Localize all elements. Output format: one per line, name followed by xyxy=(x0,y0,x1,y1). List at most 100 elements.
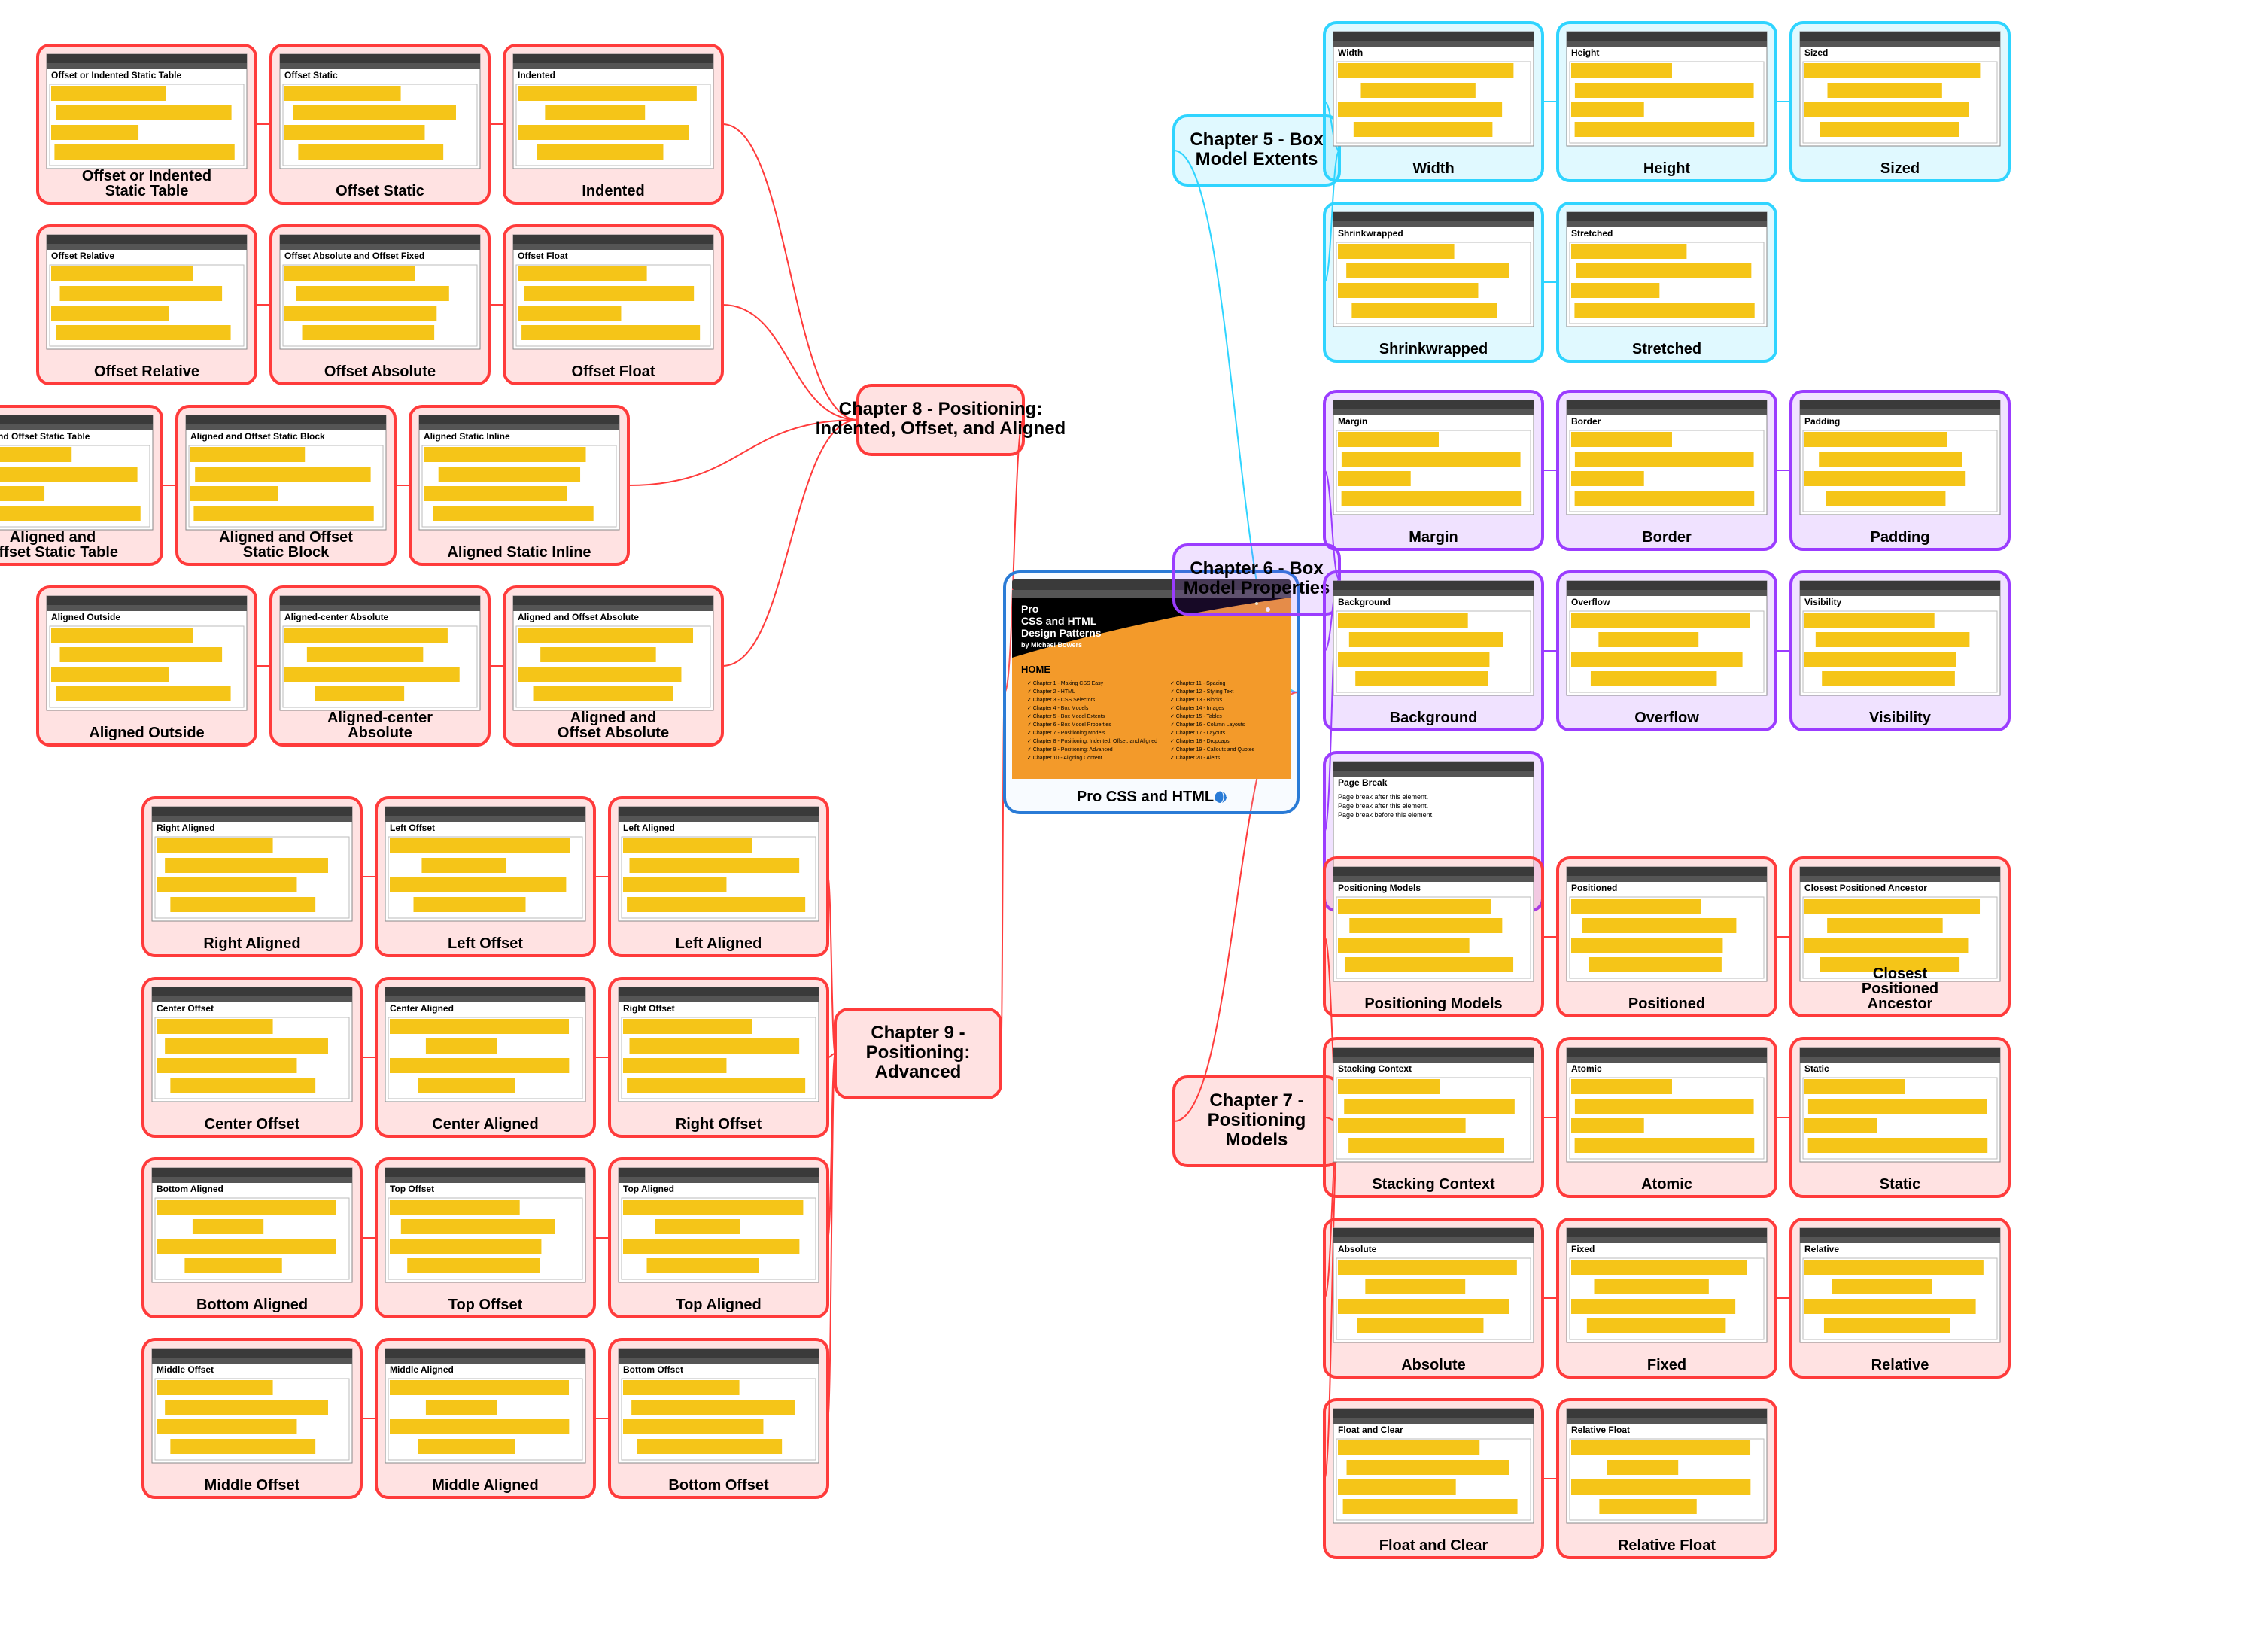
node-ch8-3-1[interactable]: Aligned-center AbsoluteAligned-centerAbs… xyxy=(271,587,489,745)
svg-text:Border: Border xyxy=(1642,529,1692,546)
svg-text:Center Aligned: Center Aligned xyxy=(432,1116,539,1133)
svg-text:Page Break: Page Break xyxy=(1338,777,1388,788)
node-ch7-0-0[interactable]: Positioning ModelsPositioning Models xyxy=(1324,858,1543,1016)
node-ch6-0-2[interactable]: PaddingPadding xyxy=(1791,391,2009,549)
node-ch9-1-0[interactable]: Center OffsetCenter Offset xyxy=(143,978,361,1136)
chapter-ch8[interactable]: Chapter 8 - Positioning:Indented, Offset… xyxy=(816,385,1066,455)
svg-text:✓ Chapter 16 - Column Layouts: ✓ Chapter 16 - Column Layouts xyxy=(1170,722,1245,728)
node-ch8-2-2[interactable]: Aligned Static InlineAligned Static Inli… xyxy=(410,406,628,564)
svg-text:Static Block: Static Block xyxy=(243,544,330,561)
svg-text:Margin: Margin xyxy=(1338,416,1367,427)
svg-text:Aligned Static Inline: Aligned Static Inline xyxy=(424,431,510,442)
svg-text:Offset Absolute: Offset Absolute xyxy=(324,363,436,380)
node-ch8-1-0[interactable]: Offset RelativeOffset Relative xyxy=(38,226,256,384)
svg-text:Sized: Sized xyxy=(1880,160,1920,177)
node-ch8-0-2[interactable]: IndentedIndented xyxy=(504,45,722,203)
svg-text:✓ Chapter 11 - Spacing: ✓ Chapter 11 - Spacing xyxy=(1170,681,1226,686)
node-ch9-1-2[interactable]: Right OffsetRight Offset xyxy=(610,978,828,1136)
svg-text:Right Offset: Right Offset xyxy=(623,1003,675,1014)
node-ch5-0-0[interactable]: WidthWidth xyxy=(1324,23,1543,181)
svg-text:Float and Clear: Float and Clear xyxy=(1338,1425,1403,1435)
node-ch9-2-0[interactable]: Bottom AlignedBottom Aligned xyxy=(143,1159,361,1317)
svg-text:Aligned and Offset Static Bloc: Aligned and Offset Static Block xyxy=(190,431,325,442)
svg-text:Bottom Aligned: Bottom Aligned xyxy=(157,1184,223,1194)
node-ch7-3-1[interactable]: Relative FloatRelative Float xyxy=(1558,1400,1776,1558)
node-ch7-1-0[interactable]: Stacking ContextStacking Context xyxy=(1324,1038,1543,1197)
node-ch9-1-1[interactable]: Center AlignedCenter Aligned xyxy=(376,978,594,1136)
svg-text:Positioned: Positioned xyxy=(1862,981,1938,997)
node-ch6-0-0[interactable]: MarginMargin xyxy=(1324,391,1543,549)
node-ch7-1-2[interactable]: StaticStatic xyxy=(1791,1038,2009,1197)
svg-text:Aligned-center: Aligned-center xyxy=(327,710,433,726)
svg-text:Border: Border xyxy=(1571,416,1601,427)
svg-text:Stacking Context: Stacking Context xyxy=(1372,1176,1495,1193)
svg-text:Right Aligned: Right Aligned xyxy=(157,823,215,833)
node-ch8-3-2[interactable]: Aligned and Offset AbsoluteAligned andOf… xyxy=(504,587,722,745)
svg-text:Atomic: Atomic xyxy=(1571,1063,1602,1074)
node-ch9-0-1[interactable]: Left OffsetLeft Offset xyxy=(376,798,594,956)
node-ch6-1-0[interactable]: BackgroundBackground xyxy=(1324,572,1543,730)
svg-text:Chapter 9 -: Chapter 9 - xyxy=(871,1023,965,1043)
chapter-ch7[interactable]: Chapter 7 -PositioningModels xyxy=(1174,1077,1339,1166)
svg-text:✓ Chapter 5 - Box Model Extent: ✓ Chapter 5 - Box Model Extents xyxy=(1027,714,1105,719)
svg-text:Aligned and: Aligned and xyxy=(10,529,96,546)
node-ch7-3-0[interactable]: Float and ClearFloat and Clear xyxy=(1324,1400,1543,1558)
svg-text:Indented, Offset, and Aligned: Indented, Offset, and Aligned xyxy=(816,418,1066,439)
svg-text:Model Properties: Model Properties xyxy=(1184,578,1330,598)
svg-text:Aligned and Offset: Aligned and Offset xyxy=(219,529,353,546)
root-label: Pro CSS and HTML xyxy=(1077,789,1214,805)
node-ch8-0-1[interactable]: Offset StaticOffset Static xyxy=(271,45,489,203)
svg-text:Static: Static xyxy=(1804,1063,1829,1074)
node-ch9-0-0[interactable]: Right AlignedRight Aligned xyxy=(143,798,361,956)
svg-text:Shrinkwrapped: Shrinkwrapped xyxy=(1379,341,1488,357)
svg-text:Middle Offset: Middle Offset xyxy=(205,1477,300,1494)
svg-text:Aligned-center Absolute: Aligned-center Absolute xyxy=(284,612,389,622)
svg-text:Positioning Models: Positioning Models xyxy=(1338,883,1421,893)
svg-text:Middle Aligned: Middle Aligned xyxy=(432,1477,538,1494)
node-ch5-0-2[interactable]: SizedSized xyxy=(1791,23,2009,181)
node-ch7-0-1[interactable]: Positioned Positioned xyxy=(1558,858,1776,1016)
node-ch9-3-0[interactable]: Middle OffsetMiddle Offset xyxy=(143,1339,361,1498)
svg-text:Page break after this element.: Page break after this element. xyxy=(1338,802,1428,810)
node-ch7-2-1[interactable]: FixedFixed xyxy=(1558,1219,1776,1377)
chapter-ch5[interactable]: Chapter 5 - BoxModel Extents xyxy=(1174,116,1339,185)
node-ch5-0-1[interactable]: HeightHeight xyxy=(1558,23,1776,181)
svg-text:Design Patterns: Design Patterns xyxy=(1021,627,1102,639)
svg-text:Shrinkwrapped: Shrinkwrapped xyxy=(1338,228,1403,239)
node-ch5-1-1[interactable]: StretchedStretched xyxy=(1558,203,1776,361)
node-ch7-1-1[interactable]: AtomicAtomic xyxy=(1558,1038,1776,1197)
node-ch8-1-2[interactable]: Offset FloatOffset Float xyxy=(504,226,722,384)
node-ch9-2-1[interactable]: Top OffsetTop Offset xyxy=(376,1159,594,1317)
svg-text:Positioned: Positioned xyxy=(1571,883,1617,893)
node-ch6-0-1[interactable]: Border Border xyxy=(1558,391,1776,549)
svg-text:✓ Chapter 7 - Positioning Mode: ✓ Chapter 7 - Positioning Models xyxy=(1027,731,1105,736)
node-ch5-1-0[interactable]: Shrinkwrapped Shrinkwrapped xyxy=(1324,203,1543,361)
svg-text:Page break before this element: Page break before this element. xyxy=(1338,811,1434,819)
svg-text:✓ Chapter 2 - HTML: ✓ Chapter 2 - HTML xyxy=(1027,689,1075,695)
node-ch6-1-1[interactable]: OverflowOverflow xyxy=(1558,572,1776,730)
svg-text:Pro: Pro xyxy=(1021,603,1038,615)
svg-text:Static Table: Static Table xyxy=(105,183,189,199)
svg-text:✓ Chapter 9 - Positioning: Adv: ✓ Chapter 9 - Positioning: Advanced xyxy=(1027,747,1113,753)
node-ch7-2-0[interactable]: AbsoluteAbsolute xyxy=(1324,1219,1543,1377)
node-ch8-3-0[interactable]: Aligned OutsideAligned Outside xyxy=(38,587,256,745)
svg-text:Offset Static: Offset Static xyxy=(336,183,424,199)
svg-text:Height: Height xyxy=(1643,160,1691,177)
node-ch6-1-2[interactable]: VisibilityVisibility xyxy=(1791,572,2009,730)
svg-text:Chapter 7 -: Chapter 7 - xyxy=(1209,1090,1303,1111)
node-ch9-3-1[interactable]: Middle AlignedMiddle Aligned xyxy=(376,1339,594,1498)
node-ch8-0-0[interactable]: Offset or Indented Static TableOffset or… xyxy=(38,45,256,203)
node-ch9-3-2[interactable]: Bottom OffsetBottom Offset xyxy=(610,1339,828,1498)
node-ch7-2-2[interactable]: RelativeRelative xyxy=(1791,1219,2009,1377)
node-ch9-2-2[interactable]: Top AlignedTop Aligned xyxy=(610,1159,828,1317)
svg-text:✓ Chapter 4 - Box Models: ✓ Chapter 4 - Box Models xyxy=(1027,706,1089,711)
svg-text:Offset Absolute and Offset Fix: Offset Absolute and Offset Fixed xyxy=(284,251,424,261)
node-ch7-0-2[interactable]: Closest Positioned AncestorClosestPositi… xyxy=(1791,858,2009,1016)
chapter-ch6[interactable]: Chapter 6 - BoxModel Properties xyxy=(1174,545,1339,614)
node-ch9-0-2[interactable]: Left AlignedLeft Aligned xyxy=(610,798,828,956)
chapter-ch9[interactable]: Chapter 9 -Positioning:Advanced xyxy=(835,1009,1001,1098)
node-ch8-2-0[interactable]: Aligned and Offset Static TableAligned a… xyxy=(0,406,162,564)
node-ch8-2-1[interactable]: Aligned and Offset Static Block Aligned a… xyxy=(177,406,395,564)
svg-text:Positioned: Positioned xyxy=(1628,996,1705,1012)
node-ch8-1-1[interactable]: Offset Absolute and Offset Fixed Offset A… xyxy=(271,226,489,384)
